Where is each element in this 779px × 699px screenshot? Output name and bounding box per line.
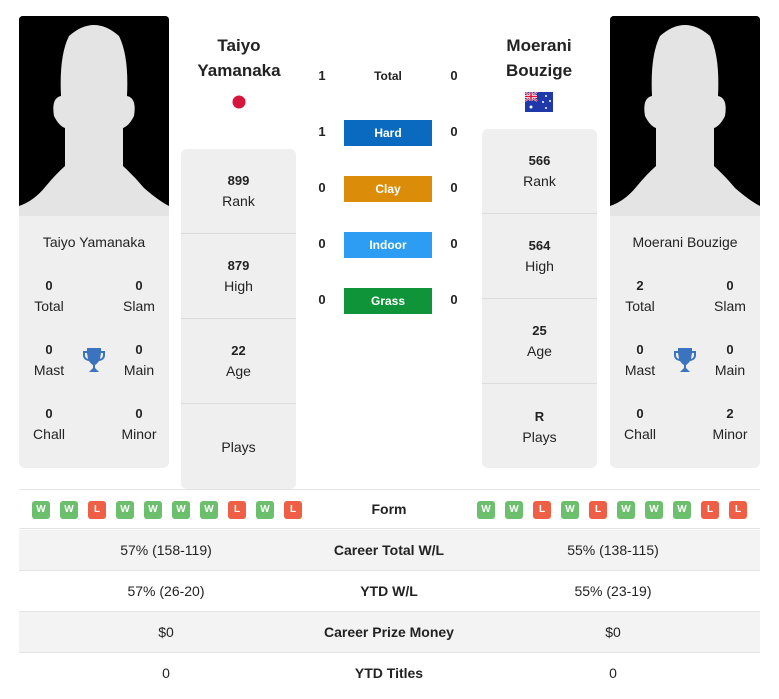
form-loss-badge[interactable]: L	[701, 501, 719, 519]
h2h-grass-p1: 0	[318, 292, 326, 307]
ytd-titles-row: 0 YTD Titles 0	[19, 653, 760, 694]
trophy-icon	[83, 348, 105, 372]
player2-rank: 566 Rank	[482, 129, 597, 214]
player2-name: Moerani Bouzige	[632, 234, 738, 250]
form-loss-badge[interactable]: L	[589, 501, 607, 519]
player2-heading[interactable]: Moerani Bouzige	[474, 33, 604, 83]
career-prize-money-row: $0 Career Prize Money $0	[19, 612, 760, 653]
player1-stats: 899 Rank 879 High 22 Age Plays	[181, 149, 296, 489]
form-win-badge[interactable]: W	[561, 501, 579, 519]
form-win-badge[interactable]: W	[617, 501, 635, 519]
player1-age: 22 Age	[181, 319, 296, 404]
h2h-clay-p2: 0	[450, 180, 458, 195]
h2h-grass-p2: 0	[450, 292, 458, 307]
surface-indoor-badge[interactable]: Indoor	[344, 232, 432, 258]
player2-high: 564 High	[482, 214, 597, 299]
h2h-clay-p1: 0	[318, 180, 326, 195]
form-win-badge[interactable]: W	[505, 501, 523, 519]
form-win-badge[interactable]: W	[673, 501, 691, 519]
form-loss-badge[interactable]: L	[284, 501, 302, 519]
player2-slam-titles: 0 Slam	[714, 278, 746, 314]
row-label: Career Total W/L	[333, 542, 445, 558]
japan-flag-icon	[232, 95, 246, 109]
form-win-badge[interactable]: W	[200, 501, 218, 519]
player1-high: 879 High	[181, 234, 296, 319]
silhouette-icon	[610, 16, 760, 216]
player1-rank: 899 Rank	[181, 149, 296, 234]
h2h-hard-p1: 1	[318, 124, 326, 139]
player1-value: 57% (26-20)	[127, 583, 205, 599]
row-label: Career Prize Money	[324, 624, 454, 640]
h2h-total-label: Total	[374, 69, 402, 83]
form-label: Form	[371, 501, 407, 517]
australia-flag-icon	[525, 92, 553, 112]
form-win-badge[interactable]: W	[172, 501, 190, 519]
trophy-icon	[674, 348, 696, 372]
h2h-total-row: 1 Total 0	[310, 64, 470, 90]
player1-heading[interactable]: Taiyo Yamanaka	[174, 33, 304, 83]
form-win-badge[interactable]: W	[645, 501, 663, 519]
form-win-badge[interactable]: W	[60, 501, 78, 519]
form-loss-badge[interactable]: L	[533, 501, 551, 519]
player1-titles-card: Taiyo Yamanaka 0 Total 0 Slam 0 Mast 0 M…	[19, 216, 169, 468]
career-total-wl-row: 57% (158-119) Career Total W/L 55% (138-…	[19, 530, 760, 571]
player2-form: WWLWLWWWLL	[477, 501, 747, 519]
player2-plays: R Plays	[522, 408, 557, 445]
h2h-indoor-p2: 0	[450, 236, 458, 251]
form-win-badge[interactable]: W	[116, 501, 134, 519]
player2-minor-titles: 2 Minor	[712, 406, 748, 442]
h2h-clay-row: 0 Clay 0	[310, 176, 470, 202]
player1-name: Taiyo Yamanaka	[42, 234, 146, 250]
form-win-badge[interactable]: W	[144, 501, 162, 519]
player2-value: 0	[609, 665, 617, 681]
player2-mast-titles: 0 Mast	[624, 342, 656, 378]
player1-slam-titles: 0 Slam	[123, 278, 155, 314]
player1-total-titles: 0 Total	[34, 278, 64, 314]
player2-main-titles: 0 Main	[714, 342, 746, 378]
ytd-wl-row: 57% (26-20) YTD W/L 55% (23-19)	[19, 571, 760, 612]
h2h-indoor-row: 0 Indoor 0	[310, 232, 470, 258]
surface-hard-badge[interactable]: Hard	[344, 120, 432, 146]
player2-value: $0	[605, 624, 621, 640]
h2h-indoor-p1: 0	[318, 236, 326, 251]
player1-photo	[19, 16, 169, 216]
player2-photo	[610, 16, 760, 216]
h2h-hard-row: 1 Hard 0	[310, 120, 470, 146]
player1-form: WWLWWWWLWL	[32, 501, 302, 519]
form-loss-badge[interactable]: L	[228, 501, 246, 519]
form-win-badge[interactable]: W	[256, 501, 274, 519]
player1-main-titles: 0 Main	[123, 342, 155, 378]
form-win-badge[interactable]: W	[477, 501, 495, 519]
player1-plays: Plays	[221, 438, 256, 455]
player2-titles-card: Moerani Bouzige 2 Total 0 Slam 0 Mast 0 …	[610, 216, 760, 468]
surface-grass-badge[interactable]: Grass	[344, 288, 432, 314]
form-win-badge[interactable]: W	[32, 501, 50, 519]
row-label: YTD W/L	[360, 583, 418, 599]
player2-total-titles: 2 Total	[625, 278, 655, 314]
player1-minor-titles: 0 Minor	[121, 406, 157, 442]
player1-value: $0	[158, 624, 174, 640]
player2-value: 55% (138-115)	[567, 542, 659, 558]
form-loss-badge[interactable]: L	[729, 501, 747, 519]
h2h-total-p1: 1	[318, 68, 326, 83]
form-row: WWLWWWWLWL Form WWLWLWWWLL	[19, 489, 760, 529]
player1-value: 57% (158-119)	[120, 542, 212, 558]
h2h-grass-row: 0 Grass 0	[310, 288, 470, 314]
form-loss-badge[interactable]: L	[88, 501, 106, 519]
silhouette-icon	[19, 16, 169, 216]
player1-value: 0	[162, 665, 170, 681]
player1-chall-titles: 0 Chall	[33, 406, 65, 442]
player2-chall-titles: 0 Chall	[624, 406, 656, 442]
h2h-total-p2: 0	[450, 68, 458, 83]
surface-clay-badge[interactable]: Clay	[344, 176, 432, 202]
row-label: YTD Titles	[354, 665, 424, 681]
player2-value: 55% (23-19)	[574, 583, 652, 599]
player2-stats: 566 Rank 564 High 25 Age R Plays	[482, 129, 597, 468]
player1-mast-titles: 0 Mast	[33, 342, 65, 378]
player2-age: 25 Age	[482, 299, 597, 384]
h2h-hard-p2: 0	[450, 124, 458, 139]
